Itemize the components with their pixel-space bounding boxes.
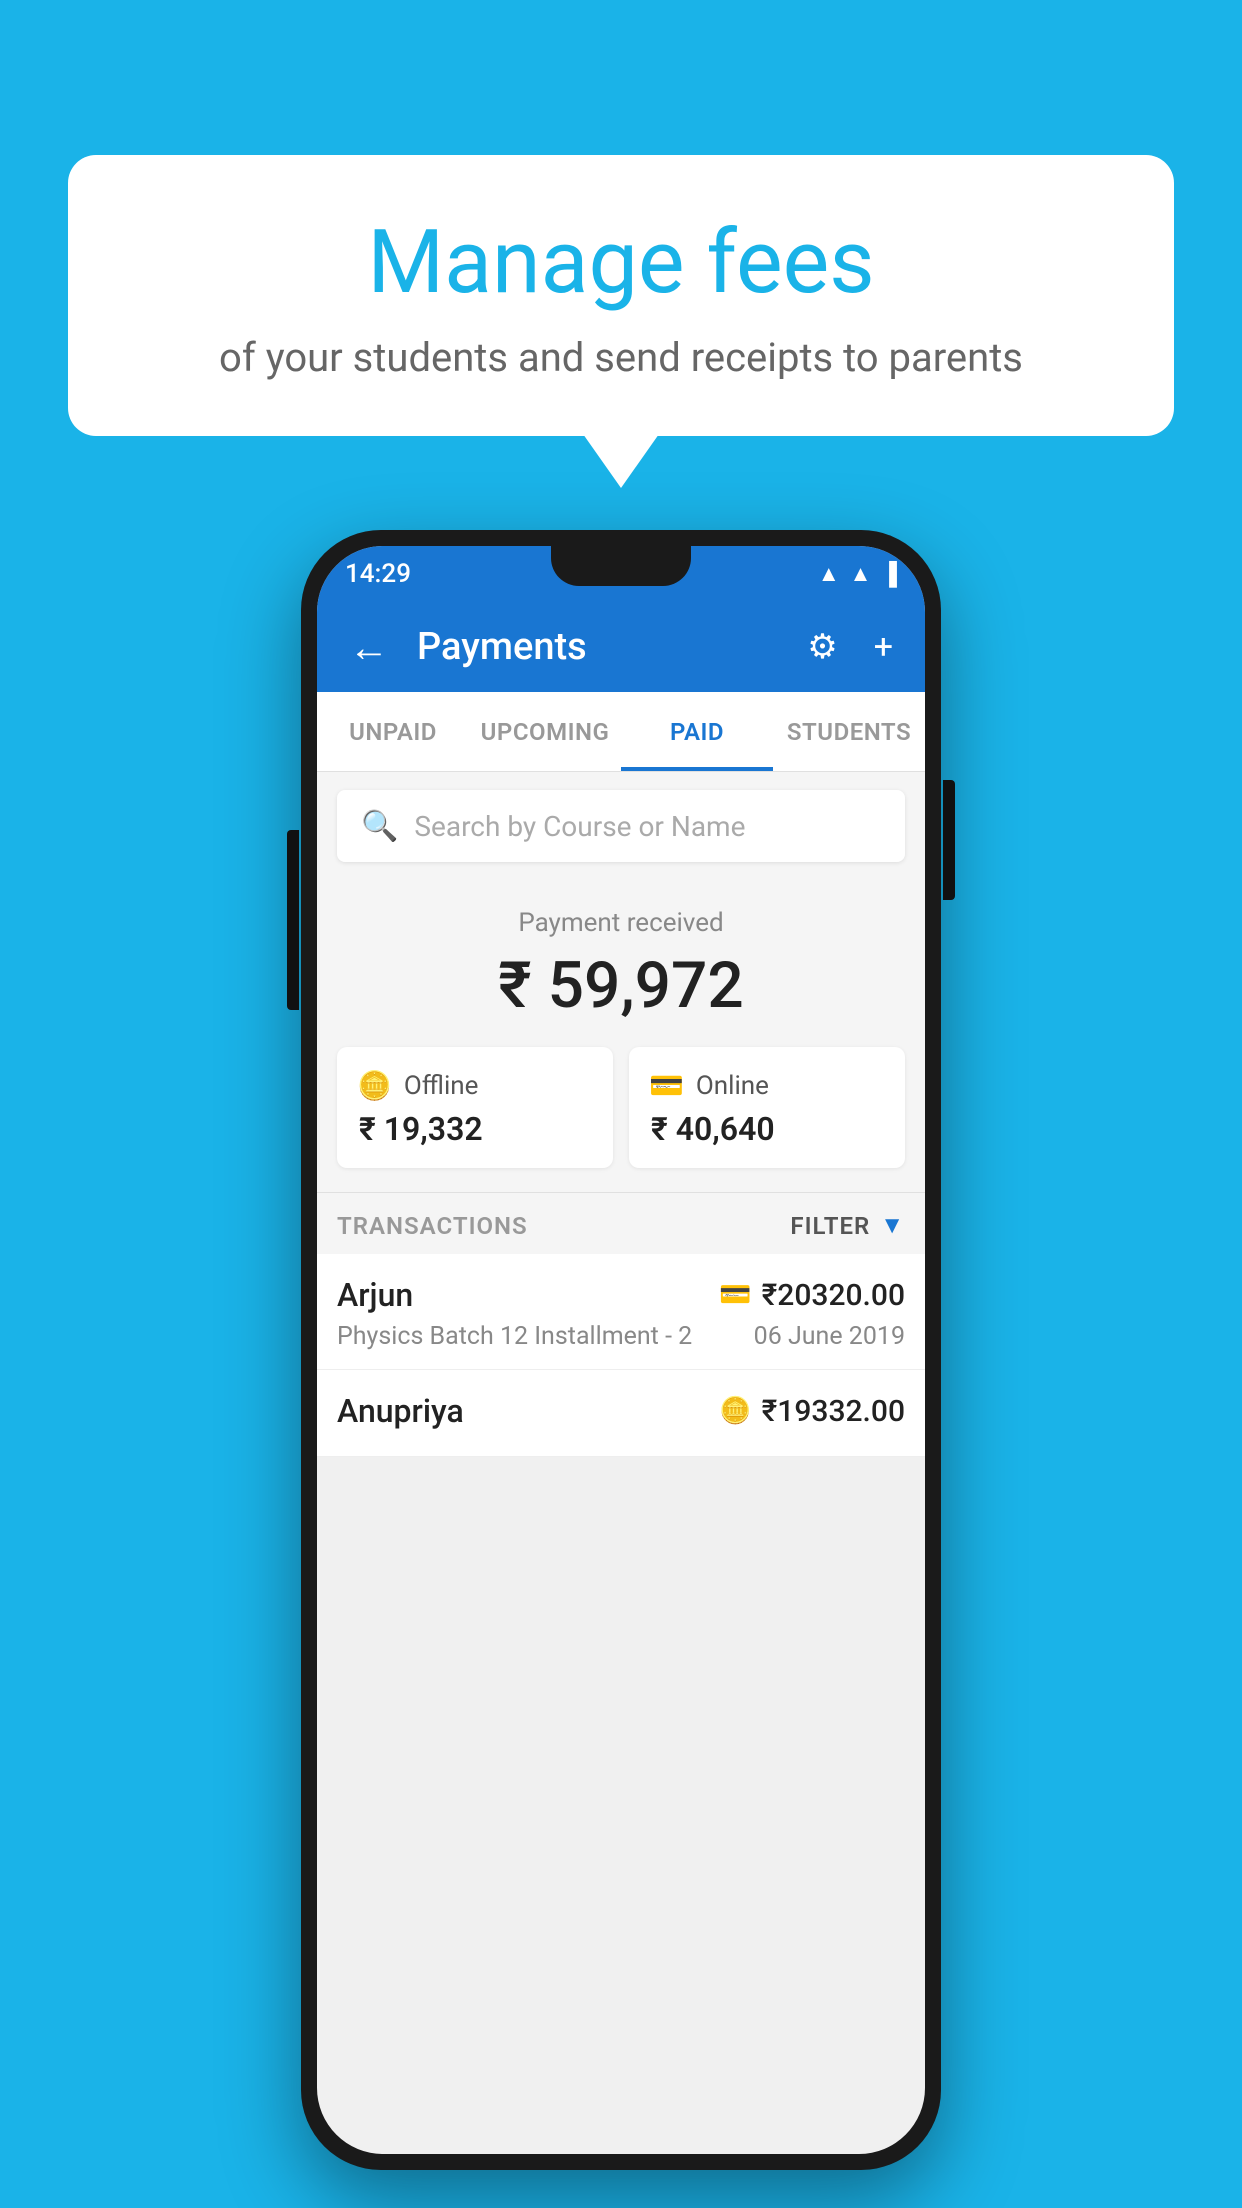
cards-row: 🪙 Offline ₹ 19,332 💳 Online ₹ 40,640 (317, 1047, 925, 1192)
transaction-amount-wrap: 🪙 ₹19332.00 (719, 1394, 905, 1429)
transaction-row-top: Anupriya 🪙 ₹19332.00 (337, 1392, 905, 1430)
speech-bubble-container: Manage fees of your students and send re… (68, 155, 1174, 436)
phone-screen: 14:29 ▲ ▲ ▐ ← Payments ⚙ + UNPAID UPCOMI… (317, 546, 925, 2154)
offline-card: 🪙 Offline ₹ 19,332 (337, 1047, 613, 1168)
tab-unpaid[interactable]: UNPAID (317, 692, 469, 771)
top-bar: ← Payments ⚙ + (317, 602, 925, 692)
offline-card-header: 🪙 Offline (357, 1069, 478, 1102)
phone-notch (551, 546, 691, 586)
tab-paid[interactable]: PAID (621, 692, 773, 771)
transaction-name: Anupriya (337, 1392, 464, 1430)
gear-button[interactable]: ⚙ (799, 619, 845, 675)
transaction-row-top: Arjun 💳 ₹20320.00 (337, 1276, 905, 1314)
filter-icon: ▼ (880, 1211, 905, 1240)
speech-bubble: Manage fees of your students and send re… (68, 155, 1174, 436)
offline-icon: 🪙 (357, 1069, 392, 1102)
search-icon: 🔍 (361, 809, 398, 844)
transaction-amount: ₹19332.00 (762, 1394, 905, 1429)
online-amount: ₹ 40,640 (649, 1110, 775, 1148)
bubble-subtitle: of your students and send receipts to pa… (128, 334, 1114, 381)
offline-amount: ₹ 19,332 (357, 1110, 483, 1148)
transaction-row-bottom: Physics Batch 12 Installment - 2 06 June… (337, 1322, 905, 1351)
payment-label: Payment received (337, 908, 905, 938)
table-row[interactable]: Anupriya 🪙 ₹19332.00 (317, 1370, 925, 1457)
filter-label: FILTER (790, 1212, 870, 1240)
search-bar[interactable]: 🔍 Search by Course or Name (337, 790, 905, 862)
filter-button[interactable]: FILTER ▼ (790, 1211, 905, 1240)
back-button[interactable]: ← (341, 616, 397, 679)
status-icons: ▲ ▲ ▐ (818, 561, 897, 587)
search-container: 🔍 Search by Course or Name (317, 772, 925, 880)
payment-section: Payment received ₹ 59,972 (317, 880, 925, 1047)
transaction-list: Arjun 💳 ₹20320.00 Physics Batch 12 Insta… (317, 1254, 925, 1457)
transaction-type-online-icon: 💳 (719, 1280, 751, 1310)
transaction-amount: ₹20320.00 (762, 1278, 905, 1313)
payment-amount: ₹ 59,972 (337, 948, 905, 1023)
transactions-label: TRANSACTIONS (337, 1212, 528, 1240)
tab-upcoming[interactable]: UPCOMING (469, 692, 621, 771)
wifi-icon: ▲ (818, 561, 840, 587)
signal-icon: ▲ (850, 561, 872, 587)
phone-outer: 14:29 ▲ ▲ ▐ ← Payments ⚙ + UNPAID UPCOMI… (301, 530, 941, 2170)
add-button[interactable]: + (866, 619, 901, 675)
online-icon: 💳 (649, 1069, 684, 1102)
transaction-type-offline-icon: 🪙 (719, 1396, 751, 1426)
page-title: Payments (417, 625, 779, 669)
table-row[interactable]: Arjun 💳 ₹20320.00 Physics Batch 12 Insta… (317, 1254, 925, 1370)
bubble-title: Manage fees (128, 215, 1114, 312)
offline-label: Offline (404, 1071, 479, 1101)
online-label: Online (696, 1071, 769, 1101)
transaction-date: 06 June 2019 (754, 1322, 905, 1351)
status-time: 14:29 (345, 559, 411, 589)
online-card-header: 💳 Online (649, 1069, 769, 1102)
tab-bar: UNPAID UPCOMING PAID STUDENTS (317, 692, 925, 772)
search-input[interactable]: Search by Course or Name (414, 810, 745, 843)
online-card: 💳 Online ₹ 40,640 (629, 1047, 905, 1168)
transactions-header: TRANSACTIONS FILTER ▼ (317, 1192, 925, 1254)
tab-students[interactable]: STUDENTS (773, 692, 925, 771)
transaction-amount-wrap: 💳 ₹20320.00 (719, 1278, 905, 1313)
transaction-desc: Physics Batch 12 Installment - 2 (337, 1322, 692, 1351)
phone-mockup: 14:29 ▲ ▲ ▐ ← Payments ⚙ + UNPAID UPCOMI… (301, 530, 941, 2170)
battery-icon: ▐ (881, 561, 897, 587)
transaction-name: Arjun (337, 1276, 413, 1314)
